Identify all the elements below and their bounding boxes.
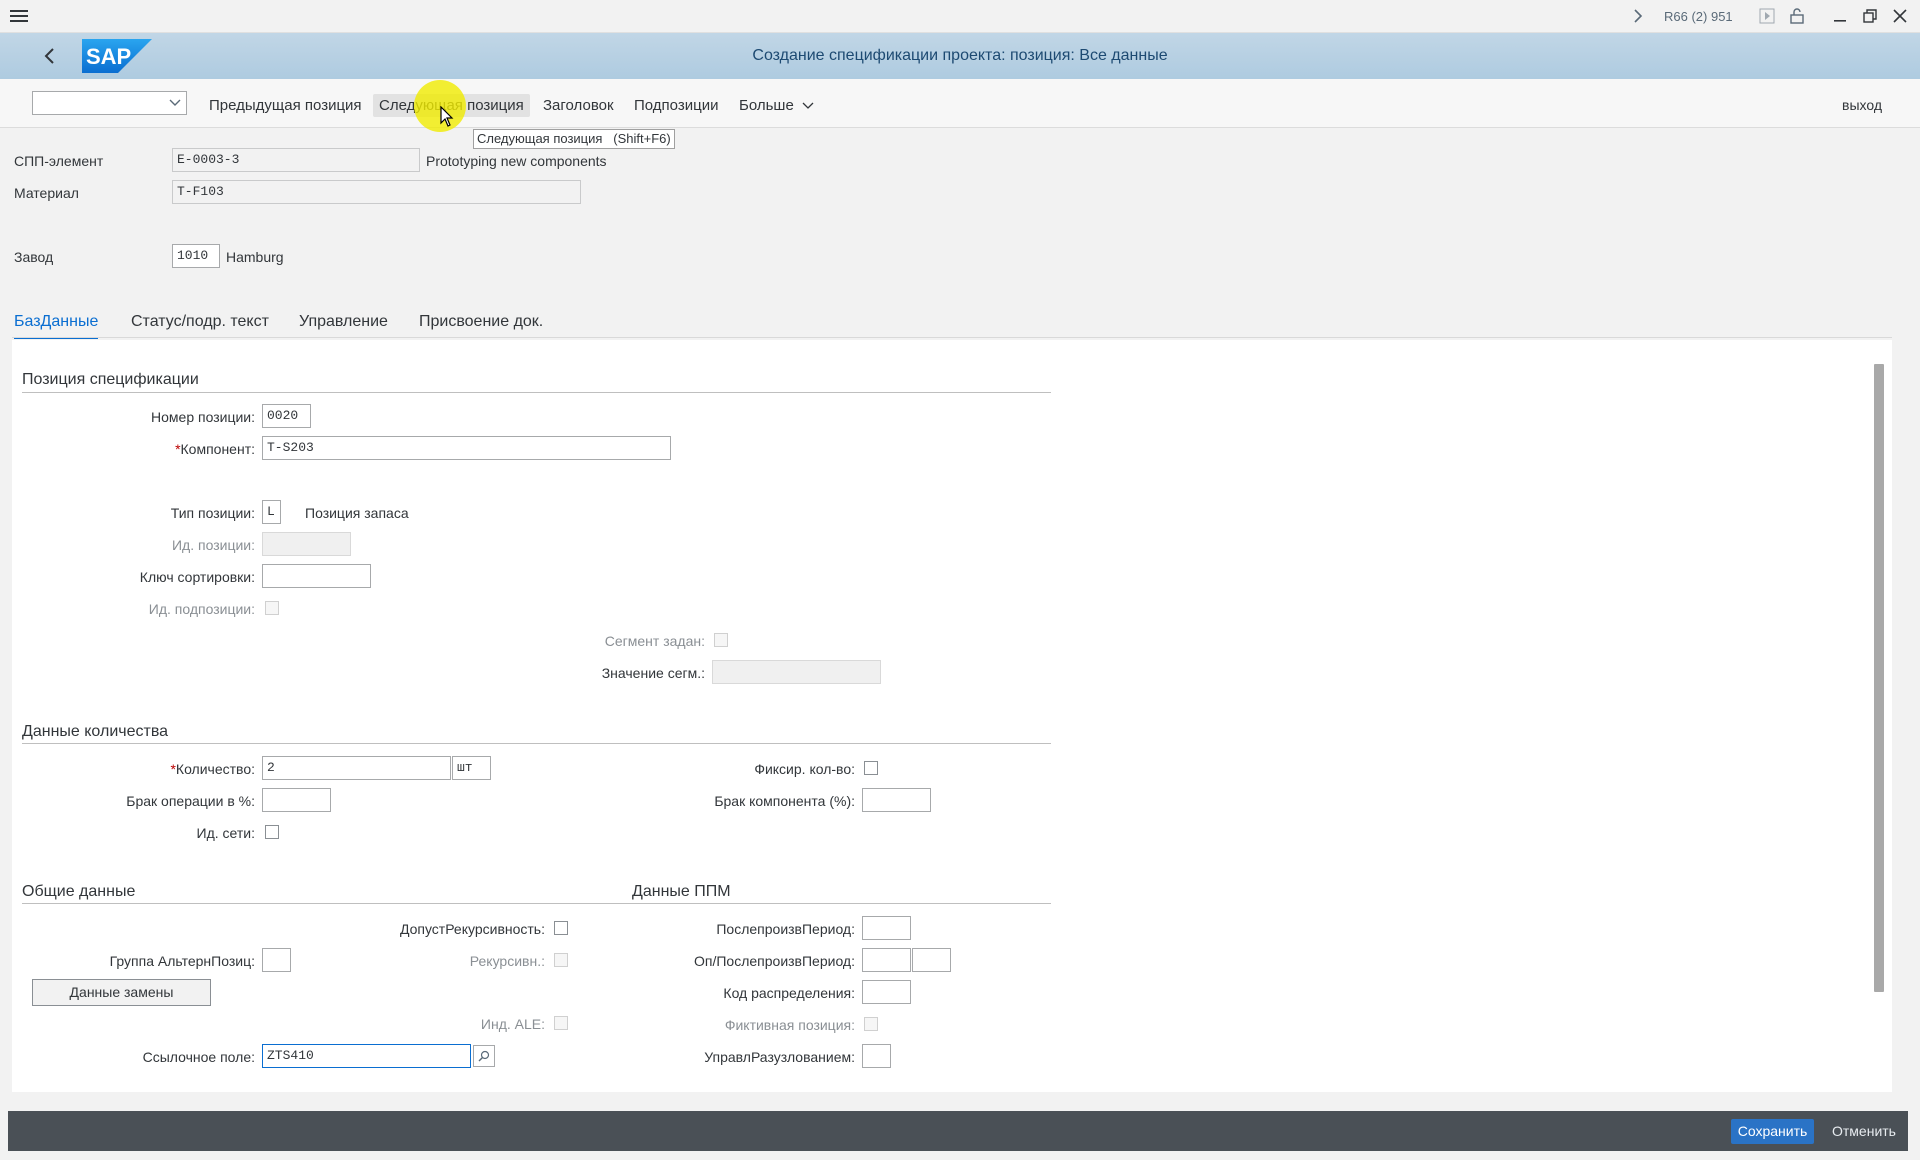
item-section-title: Позиция спецификации <box>22 371 199 388</box>
plant-field[interactable]: 1010 <box>172 244 220 268</box>
menu-icon[interactable] <box>8 6 30 26</box>
material-field[interactable]: T-F103 <box>172 180 581 204</box>
play-icon[interactable] <box>1758 7 1776 25</box>
tab-status-text[interactable]: Статус/подр. текст <box>131 313 269 331</box>
plant-description: Hamburg <box>226 249 284 265</box>
recursive-label: Рекурсивн.: <box>469 953 545 969</box>
save-button[interactable]: Сохранить <box>1731 1119 1814 1144</box>
quantity-field[interactable]: 2 <box>262 756 451 780</box>
chevron-down-icon <box>169 99 181 106</box>
material-label: Материал <box>14 185 79 201</box>
quantity-label: *Количество: <box>170 761 255 777</box>
ale-indicator-label: Инд. ALE: <box>480 1016 545 1032</box>
value-help-button[interactable] <box>473 1045 495 1067</box>
recursive-checkbox <box>554 953 568 967</box>
more-label: Больше <box>739 97 794 114</box>
prev-item-button[interactable]: Предыдущая позиция <box>203 94 368 117</box>
ale-indicator-checkbox <box>554 1016 568 1030</box>
general-section-separator <box>22 903 1051 904</box>
sort-key-label: Ключ сортировки: <box>139 569 255 585</box>
fixed-quantity-checkbox[interactable] <box>864 761 878 775</box>
minimize-icon[interactable] <box>1830 6 1850 26</box>
restore-icon[interactable] <box>1860 6 1880 26</box>
lead-time-offset-label: ПослепроизвПериод: <box>716 921 855 937</box>
distribution-key-label: Код распределения: <box>723 985 855 1001</box>
session-info: R66 (2) 951 <box>1664 9 1733 24</box>
lead-time-offset-field[interactable] <box>862 916 911 940</box>
tab-control[interactable]: Управление <box>299 313 388 331</box>
close-icon[interactable] <box>1890 6 1910 26</box>
scrollbar[interactable] <box>1874 364 1884 992</box>
segment-defined-label: Сегмент задан: <box>604 633 705 649</box>
item-section-separator <box>22 392 1051 393</box>
operation-scrap-field[interactable] <box>262 788 331 812</box>
component-field[interactable]: T-S203 <box>262 436 671 460</box>
exit-button[interactable]: выход <box>1836 94 1888 116</box>
system-bar: R66 (2) 951 <box>0 0 1920 33</box>
quantity-section-title: Данные количества <box>22 723 169 740</box>
alt-group-label: Группа АльтернПозиц: <box>109 953 255 969</box>
header-button[interactable]: Заголовок <box>537 94 620 117</box>
item-category-field[interactable]: L <box>262 500 281 524</box>
mouse-pointer-icon <box>440 105 454 131</box>
lock-icon[interactable] <box>1788 6 1806 26</box>
wbs-field[interactable]: E-0003-3 <box>172 148 420 172</box>
phantom-item-checkbox <box>864 1017 878 1031</box>
segment-defined-checkbox <box>714 633 728 647</box>
tab-basic-data[interactable]: БазДанные <box>14 313 99 339</box>
wbs-label: СПП-элемент <box>14 153 104 169</box>
op-lead-time-field[interactable] <box>862 948 911 972</box>
sort-key-field[interactable] <box>262 564 371 588</box>
reference-field-input[interactable]: ZTS410 <box>262 1044 471 1068</box>
shell-bar: SAP Создание спецификации проекта: позиц… <box>0 33 1920 79</box>
subitem-id-checkbox <box>265 601 279 615</box>
item-number-label: Номер позиции: <box>151 409 255 425</box>
network-id-label: Ид. сети: <box>196 825 255 841</box>
op-lead-time-unit-field[interactable] <box>912 948 951 972</box>
general-section-title: Общие данные <box>22 883 136 900</box>
wbs-description: Prototyping new components <box>426 153 607 169</box>
distribution-key-field[interactable] <box>862 980 911 1004</box>
mrp-section-title: Данные ППМ <box>632 883 731 900</box>
item-category-description: Позиция запаса <box>305 505 409 521</box>
more-button[interactable]: Больше <box>733 94 820 117</box>
item-id-label: Ид. позиции: <box>171 537 255 553</box>
unit-field[interactable]: шт <box>452 756 491 780</box>
segment-value-field <box>712 660 881 684</box>
search-icon <box>478 1050 490 1062</box>
alt-group-field[interactable] <box>262 948 291 972</box>
chevron-down-icon <box>802 102 814 109</box>
tab-doc-assignment[interactable]: Присвоение док. <box>419 313 543 331</box>
cancel-button[interactable]: Отменить <box>1822 1119 1906 1144</box>
fixed-quantity-label: Фиксир. кол-во: <box>754 761 855 777</box>
command-field[interactable] <box>32 91 187 115</box>
recursive-allowed-label: ДопустРекурсивность: <box>399 921 545 937</box>
item-category-label: Тип позиции: <box>170 505 255 521</box>
operation-scrap-label: Брак операции в %: <box>126 793 255 809</box>
chevron-right-icon[interactable] <box>1628 6 1648 26</box>
plant-label: Завод <box>14 249 54 265</box>
recursive-allowed-checkbox[interactable] <box>554 921 568 935</box>
subitem-id-label: Ид. подпозиции: <box>148 601 255 617</box>
phantom-item-label: Фиктивная позиция: <box>724 1017 855 1033</box>
item-number-field[interactable]: 0020 <box>262 404 311 428</box>
component-label: *Компонент: <box>175 441 255 457</box>
quantity-section-separator <box>22 743 1051 744</box>
item-id-field <box>262 532 351 556</box>
tooltip: Следующая позиция (Shift+F6) <box>473 129 675 149</box>
op-lead-time-label: Оп/ПослепроизвПериод: <box>694 953 855 969</box>
segment-value-label: Значение сегм.: <box>601 665 705 681</box>
replace-data-button[interactable]: Данные замены <box>32 979 211 1006</box>
network-id-checkbox[interactable] <box>265 825 279 839</box>
component-scrap-label: Брак компонента (%): <box>714 793 855 809</box>
explosion-type-label: УправлРазузлованием: <box>704 1049 855 1065</box>
page-title: Создание спецификации проекта: позиция: … <box>752 47 1168 64</box>
explosion-type-field[interactable] <box>862 1044 891 1068</box>
component-scrap-field[interactable] <box>862 788 931 812</box>
reference-field-label: Ссылочное поле: <box>142 1049 255 1065</box>
subitems-button[interactable]: Подпозиции <box>628 94 724 117</box>
footer-bar <box>8 1111 1908 1151</box>
tab-underline <box>12 337 1892 338</box>
